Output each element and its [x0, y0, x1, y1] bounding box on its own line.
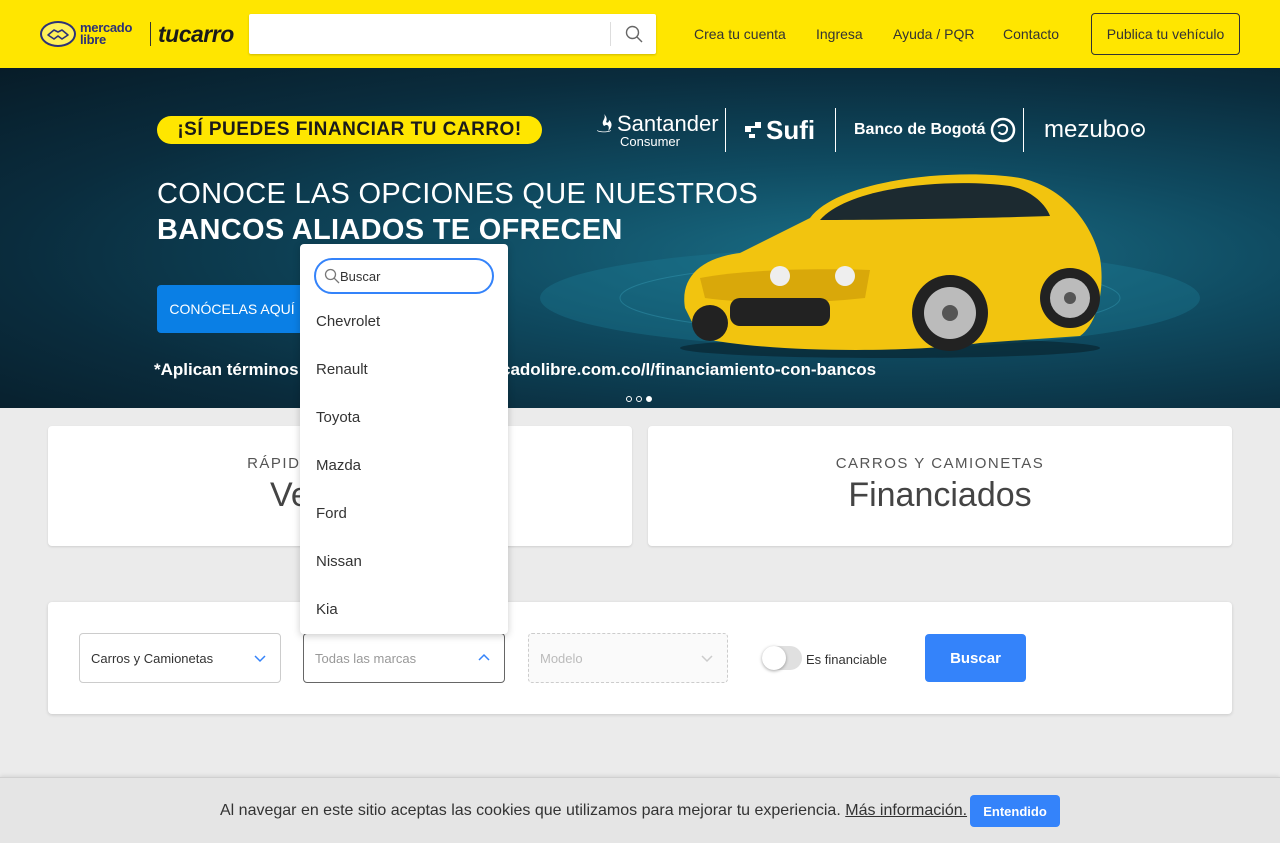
brand-option[interactable]: Toyota: [300, 393, 508, 441]
yellow-car-image: [680, 174, 1102, 358]
mezubo-name: mezubo: [1044, 116, 1130, 143]
financiable-label: Es financiable: [806, 652, 887, 667]
carousel-dot[interactable]: [626, 396, 632, 402]
banco-bogota-logo: Banco de Bogotá: [854, 108, 1016, 152]
brand-option[interactable]: Ford: [300, 489, 508, 537]
mezubo-logo: mezubo: [1044, 108, 1146, 152]
santander-consumer: Consumer: [620, 134, 680, 149]
brand-select[interactable]: Todas las marcas: [303, 633, 505, 683]
card-title: Financiados: [848, 476, 1032, 514]
brand-search-field: [314, 258, 494, 294]
cookie-accept-button[interactable]: Entendido: [970, 795, 1060, 827]
cookie-banner: Al navegar en este sitio aceptas las coo…: [0, 777, 1280, 843]
hero-banner[interactable]: ¡SÍ PUEDES FINANCIAR TU CARRO! Santander…: [0, 68, 1280, 408]
chevron-down-icon: [701, 655, 713, 663]
search-icon: [324, 268, 340, 284]
search-icon: [625, 25, 642, 43]
santander-logo: Santander Consumer: [594, 108, 719, 152]
cookie-text: Al navegar en este sitio aceptas las coo…: [220, 802, 841, 819]
category-select-value: Carros y Camionetas: [91, 650, 214, 666]
sufi-logo: Sufi: [743, 108, 815, 152]
site-header: mercado libre tucarro Crea tu cuenta Ing…: [0, 0, 1280, 68]
cookie-message: Al navegar en este sitio aceptas las coo…: [220, 802, 967, 820]
brand-search-input[interactable]: [340, 260, 490, 292]
know-them-button[interactable]: CONÓCELAS AQUÍ: [157, 285, 307, 333]
brand-option[interactable]: Kia: [300, 585, 508, 633]
santander-flame-icon: [596, 114, 612, 133]
nav-help[interactable]: Ayuda / PQR: [893, 26, 974, 42]
site-logo[interactable]: mercado libre tucarro: [40, 18, 234, 50]
terms-text: *Aplican términos y condiciones. www.mer…: [154, 360, 877, 379]
logo-divider: [150, 22, 151, 46]
brand-select-value: Todas las marcas: [315, 650, 417, 666]
category-select[interactable]: Carros y Camionetas: [79, 633, 281, 683]
nav-create-account[interactable]: Crea tu cuenta: [694, 26, 786, 42]
header-search: [249, 14, 656, 54]
tucarro-logo-text: tucarro: [158, 20, 234, 47]
brand-dropdown: Chevrolet Renault Toyota Mazda Ford Niss…: [300, 244, 508, 634]
brand-option[interactable]: Mazda: [300, 441, 508, 489]
chevron-down-icon: [254, 655, 266, 663]
sufi-icon: [745, 122, 761, 138]
financing-pill: ¡SÍ PUEDES FINANCIAR TU CARRO!: [157, 116, 542, 144]
cookie-more-info-link[interactable]: Más información.: [845, 802, 967, 819]
mezubo-icon: [1131, 123, 1146, 137]
sufi-name: Sufi: [766, 114, 816, 145]
nav-contact[interactable]: Contacto: [1003, 26, 1059, 42]
chevron-up-icon: [478, 653, 490, 661]
financiable-toggle[interactable]: [762, 646, 802, 670]
handshake-icon: [40, 21, 76, 47]
carousel-dot-active[interactable]: [646, 396, 652, 402]
model-select: Modelo: [528, 633, 728, 683]
brand-option[interactable]: Chevrolet: [300, 297, 508, 345]
category-card-financed[interactable]: CARROS Y CAMIONETAS Financiados: [648, 426, 1232, 546]
header-search-input[interactable]: [249, 14, 609, 54]
model-select-value: Modelo: [540, 650, 583, 666]
banco-bogota-name: Banco de Bogotá: [854, 121, 986, 138]
mercadolibre-logo-text: mercado libre: [80, 20, 133, 47]
brand-option[interactable]: Renault: [300, 345, 508, 393]
carousel-dots: [626, 396, 652, 402]
bank-divider: [725, 108, 726, 152]
nav-login[interactable]: Ingresa: [816, 26, 863, 42]
bank-divider: [835, 108, 836, 152]
card-subtitle: CARROS Y CAMIONETAS: [835, 455, 1045, 472]
toggle-knob: [762, 646, 786, 670]
brand-option[interactable]: Nissan: [300, 537, 508, 585]
bank-divider: [1023, 108, 1024, 152]
carousel-dot[interactable]: [636, 396, 642, 402]
search-vehicles-button[interactable]: Buscar: [925, 634, 1026, 682]
banco-bogota-icon: [990, 117, 1015, 143]
publish-vehicle-button[interactable]: Publica tu vehículo: [1091, 13, 1240, 55]
search-button[interactable]: [611, 14, 656, 54]
vehicle-search-filters: Carros y Camionetas Todas las marcas Mod…: [48, 602, 1232, 714]
